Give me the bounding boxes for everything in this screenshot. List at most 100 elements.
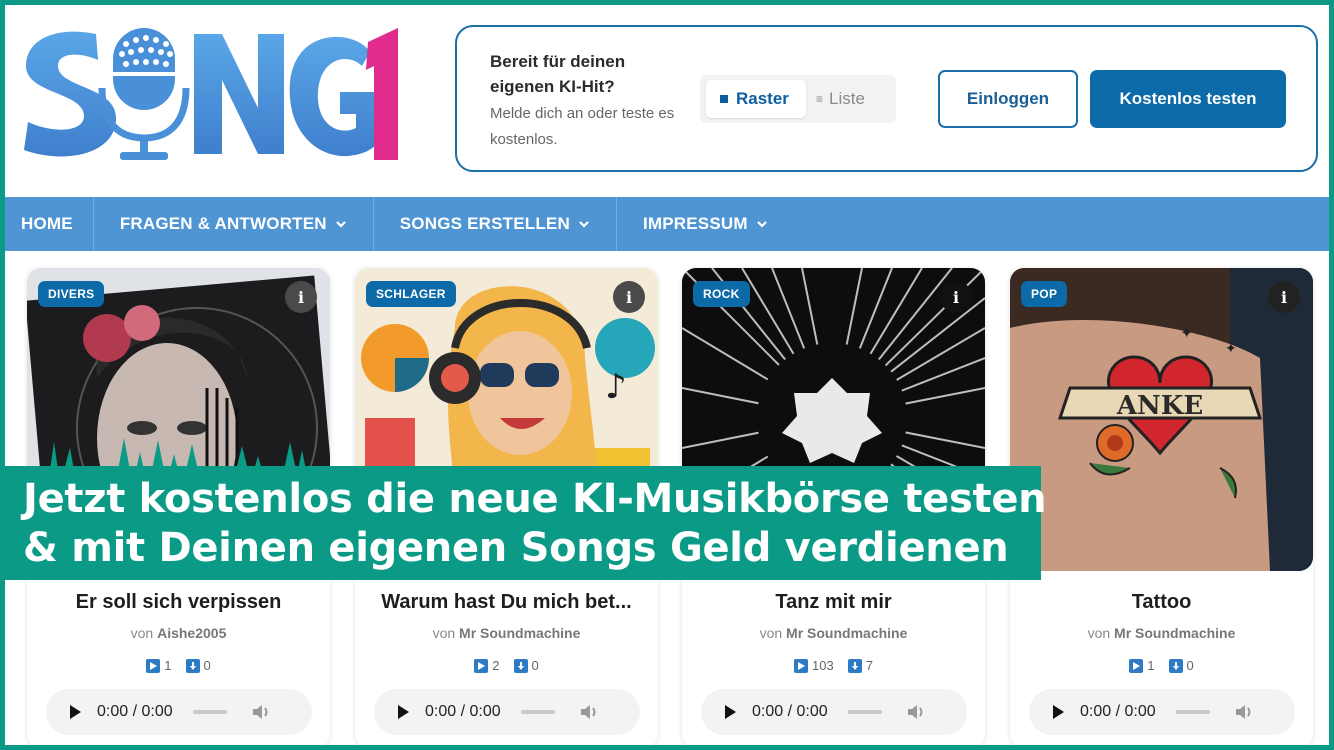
promo-heading: Bereit für deinen eigenen KI-Hit?	[490, 52, 626, 96]
audio-player: 0:00 / 0:00	[374, 689, 640, 735]
nav-item-label: IMPRESSUM	[642, 214, 748, 233]
signup-promo-box: Bereit für deinen eigenen KI-Hit? Melde …	[455, 25, 1318, 172]
author-name[interactable]: Mr Soundmachine	[459, 625, 580, 641]
author-name[interactable]: Aishe2005	[157, 625, 226, 641]
volume-icon[interactable]	[1234, 703, 1256, 721]
audio-time: 0:00 / 0:00	[97, 703, 173, 720]
list-icon: ≡	[816, 92, 824, 106]
view-toggle: Raster ≡ Liste	[700, 75, 896, 123]
grid-icon	[720, 95, 728, 103]
song-title[interactable]: Tattoo	[1010, 591, 1313, 614]
song-card[interactable]: ANKE ✦ ✦ POP i Tattoo von Mr Soundmachin…	[1010, 268, 1313, 748]
song-stats: 103 7	[682, 658, 985, 673]
genre-badge: ROCK	[693, 281, 750, 307]
download-count-value: 7	[865, 658, 873, 673]
volume-icon[interactable]	[579, 703, 601, 721]
song-title[interactable]: Er soll sich verpissen	[27, 591, 330, 614]
info-icon[interactable]: i	[613, 281, 645, 313]
download-count-value: 0	[203, 658, 211, 673]
play-count-value: 1	[1147, 658, 1155, 673]
download-count-value: 0	[531, 658, 539, 673]
download-icon	[185, 658, 200, 673]
play-count-value: 1	[164, 658, 172, 673]
play-count-icon	[794, 658, 809, 673]
play-icon[interactable]	[398, 705, 409, 719]
download-icon	[513, 658, 528, 673]
audio-time: 0:00 / 0:00	[752, 703, 828, 720]
view-grid-button[interactable]: Raster	[706, 80, 806, 118]
song-stats: 1 0	[1010, 658, 1313, 673]
try-free-button[interactable]: Kostenlos testen	[1090, 70, 1286, 128]
audio-time: 0:00 / 0:00	[1080, 703, 1156, 720]
download-count: 0	[513, 658, 539, 673]
play-icon[interactable]	[70, 705, 81, 719]
audio-player: 0:00 / 0:00	[701, 689, 967, 735]
play-count-icon	[146, 658, 161, 673]
audio-time: 0:00 / 0:00	[425, 703, 501, 720]
nav-item-label: HOME	[21, 214, 73, 233]
song-stats: 2 0	[355, 658, 658, 673]
play-icon[interactable]	[725, 705, 736, 719]
author-prefix: von	[130, 625, 154, 641]
download-count-value: 0	[1186, 658, 1194, 673]
song-author: von Aishe2005	[27, 625, 330, 641]
svg-text:✦: ✦	[1180, 323, 1193, 342]
decorative-waveform	[50, 438, 306, 470]
download-icon	[847, 658, 862, 673]
author-name[interactable]: Mr Soundmachine	[1114, 625, 1235, 641]
login-button[interactable]: Einloggen	[938, 70, 1078, 128]
audio-progress-bar[interactable]	[520, 710, 555, 714]
genre-badge: SCHLAGER	[366, 281, 456, 307]
play-count: 1	[1129, 658, 1155, 673]
banner-line-1: Jetzt kostenlos die neue KI-Musikbörse t…	[23, 476, 1047, 522]
nav-item-label: SONGS ERSTELLEN	[399, 214, 570, 233]
nav-item-faq[interactable]: FRAGEN & ANTWORTEN	[94, 197, 374, 251]
nav-item-imprint[interactable]: IMPRESSUM	[617, 197, 786, 251]
audio-progress-bar[interactable]	[1175, 710, 1210, 714]
info-icon[interactable]: i	[285, 281, 317, 313]
audio-player: 0:00 / 0:00	[46, 689, 312, 735]
info-icon[interactable]: i	[940, 281, 972, 313]
author-prefix: von	[432, 625, 456, 641]
chevron-down-icon	[579, 221, 589, 228]
promo-banner: Jetzt kostenlos die neue KI-Musikbörse t…	[5, 466, 1047, 580]
audio-player: 0:00 / 0:00	[1029, 689, 1295, 735]
banner-line-2: & mit Deinen eigenen Songs Geld verdiene…	[23, 525, 1009, 571]
play-count: 103	[794, 658, 834, 673]
volume-icon[interactable]	[906, 703, 928, 721]
play-count-icon	[474, 658, 489, 673]
author-prefix: von	[759, 625, 783, 641]
volume-icon[interactable]	[251, 703, 273, 721]
download-count: 7	[847, 658, 873, 673]
song-stats: 1 0	[27, 658, 330, 673]
download-icon	[1168, 658, 1183, 673]
chevron-down-icon	[756, 221, 767, 228]
author-name[interactable]: Mr Soundmachine	[786, 625, 907, 641]
view-grid-label: Raster	[736, 89, 789, 108]
nav-item-create-songs[interactable]: SONGS ERSTELLEN	[374, 197, 617, 251]
audio-progress-bar[interactable]	[847, 710, 882, 714]
svg-text:✦: ✦	[1225, 341, 1237, 357]
song-author: von Mr Soundmachine	[355, 625, 658, 641]
play-count-icon	[1129, 658, 1144, 673]
nav-item-home[interactable]: HOME	[5, 197, 94, 251]
song-author: von Mr Soundmachine	[1010, 625, 1313, 641]
tattoo-text: ANKE	[1116, 391, 1203, 421]
main-nav: HOME FRAGEN & ANTWORTEN SONGS ERSTELLEN …	[5, 197, 1329, 251]
play-icon[interactable]	[1053, 705, 1064, 719]
download-count: 0	[1168, 658, 1194, 673]
song-title[interactable]: Tanz mit mir	[682, 591, 985, 614]
song-cover-image[interactable]: ANKE ✦ ✦ POP i	[1010, 268, 1313, 571]
author-prefix: von	[1087, 625, 1111, 641]
info-icon[interactable]: i	[1268, 281, 1300, 313]
play-count: 2	[474, 658, 500, 673]
download-count: 0	[185, 658, 211, 673]
svg-text:♪: ♪	[605, 367, 627, 407]
chevron-down-icon	[335, 221, 346, 228]
genre-badge: DIVERS	[38, 281, 105, 307]
song-title[interactable]: Warum hast Du mich bet...	[355, 591, 658, 614]
nav-item-label: FRAGEN & ANTWORTEN	[119, 214, 327, 233]
song1-logo[interactable]	[18, 22, 408, 167]
view-list-button[interactable]: ≡ Liste	[816, 80, 865, 118]
audio-progress-bar[interactable]	[192, 710, 227, 714]
